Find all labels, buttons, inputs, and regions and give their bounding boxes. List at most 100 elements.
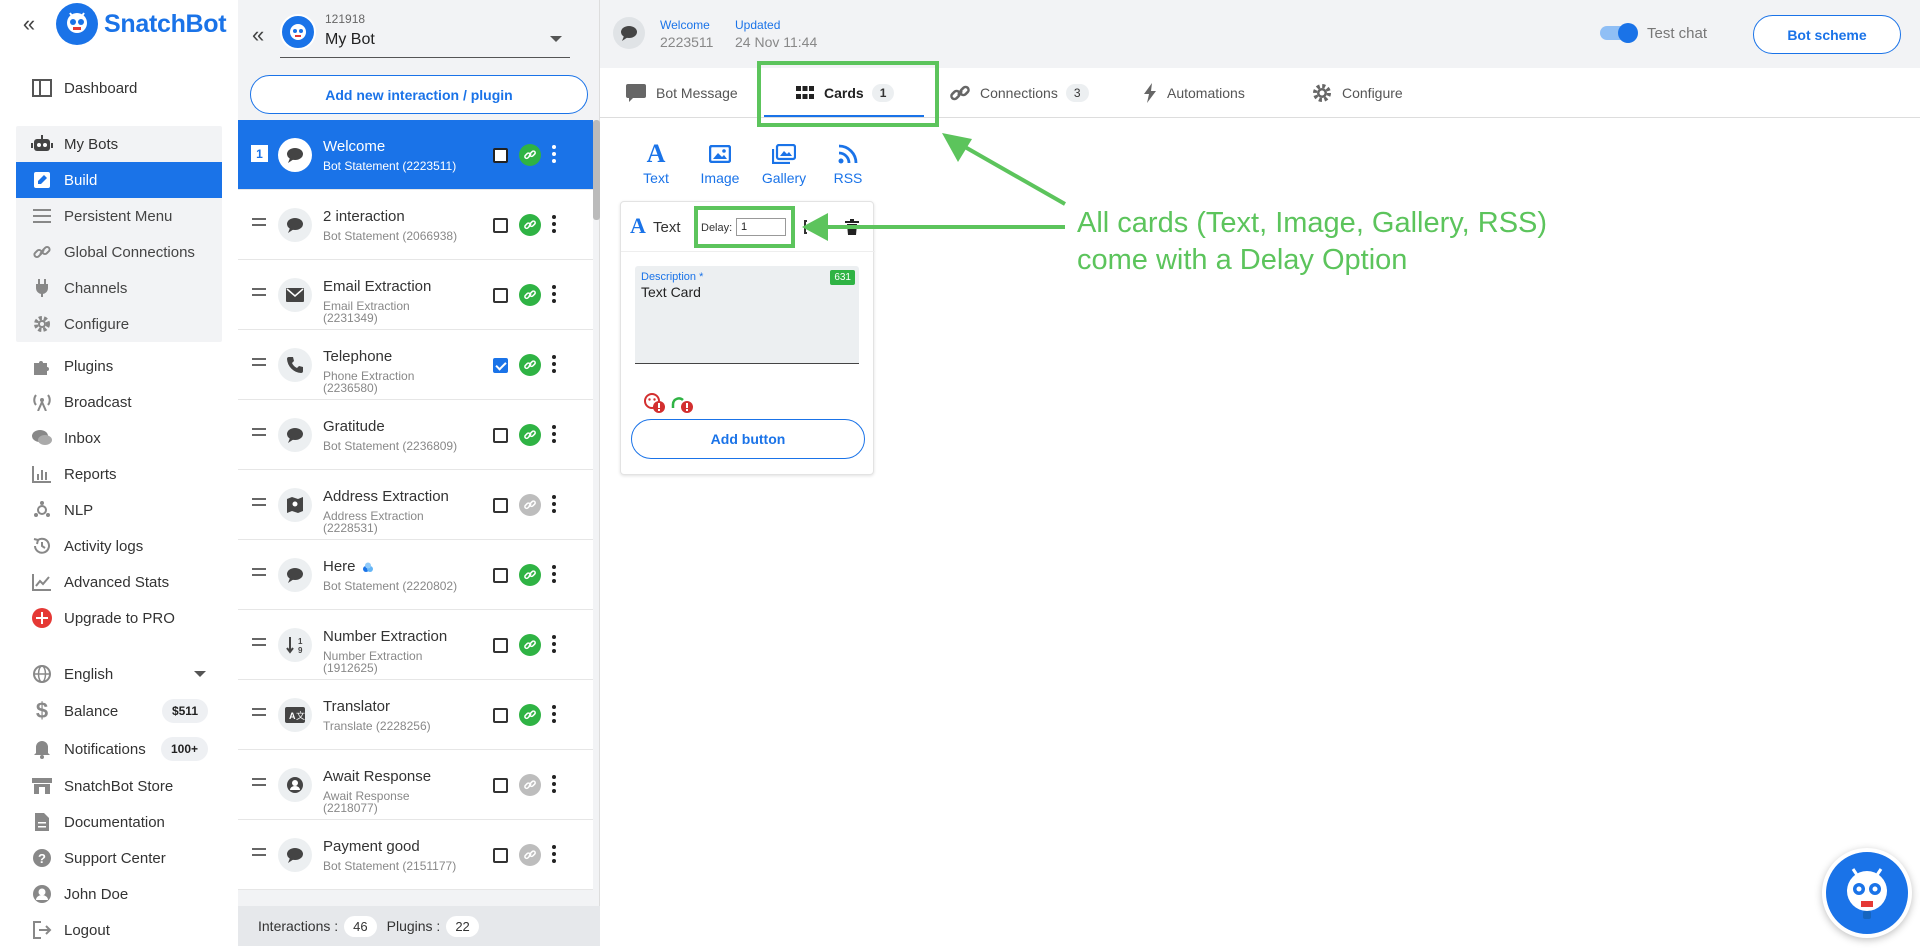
interaction-checkbox[interactable] — [493, 218, 508, 233]
tab-configure[interactable]: Configure — [1312, 68, 1403, 118]
link-icon[interactable] — [519, 424, 541, 446]
add-interaction-button[interactable]: Add new interaction / plugin — [250, 75, 588, 114]
interaction-row[interactable]: A文 Translator Translate (2228256) — [238, 680, 593, 750]
card-type-image[interactable]: Image — [690, 142, 750, 186]
trash-icon[interactable] — [843, 218, 861, 236]
interaction-row[interactable]: 1 Welcome Bot Statement (2223511) — [238, 120, 593, 190]
drag-handle-icon[interactable] — [252, 358, 266, 370]
link-icon[interactable] — [519, 354, 541, 376]
sidebar-item-store[interactable]: SnatchBot Store — [0, 768, 238, 804]
sidebar-item-my-bots[interactable]: My Bots — [16, 126, 222, 162]
sidebar-item-documentation[interactable]: Documentation — [0, 804, 238, 840]
sidebar-item-nlp[interactable]: NLP — [0, 492, 238, 528]
more-vertical-icon[interactable] — [552, 285, 558, 306]
sidebar-item-configure[interactable]: Configure — [16, 306, 222, 342]
interaction-row[interactable]: Here Bot Statement (2220802) — [238, 540, 593, 610]
interaction-checkbox[interactable] — [493, 778, 508, 793]
link-icon[interactable] — [519, 564, 541, 586]
more-vertical-icon[interactable] — [552, 215, 558, 236]
sidebar-item-persistent-menu[interactable]: Persistent Menu — [16, 198, 222, 234]
more-vertical-icon[interactable] — [552, 145, 558, 166]
link-icon[interactable] — [519, 704, 541, 726]
sidebar-item-global-connections[interactable]: Global Connections — [16, 234, 222, 270]
expand-icon[interactable] — [803, 218, 821, 236]
more-vertical-icon[interactable] — [552, 845, 558, 866]
link-icon[interactable] — [519, 774, 541, 796]
more-vertical-icon[interactable] — [552, 355, 558, 376]
interaction-row[interactable]: Telephone Phone Extraction (2236580) — [238, 330, 593, 400]
interaction-checkbox[interactable] — [493, 148, 508, 163]
sidebar-item-notifications[interactable]: Notifications 100+ — [0, 730, 238, 768]
tab-bot-message[interactable]: Bot Message — [626, 68, 738, 118]
link-icon[interactable] — [519, 494, 541, 516]
sidebar-item-logout[interactable]: Logout — [0, 912, 238, 948]
double-chevron-left-icon[interactable]: « — [12, 2, 46, 46]
brand-name[interactable]: SnatchBot — [104, 10, 227, 39]
drag-handle-icon[interactable] — [252, 218, 266, 230]
more-vertical-icon[interactable] — [552, 425, 558, 446]
interaction-row[interactable]: 2 interaction Bot Statement (2066938) — [238, 190, 593, 260]
drag-handle-icon[interactable] — [252, 638, 266, 650]
drag-handle-icon[interactable] — [252, 288, 266, 300]
interaction-row[interactable]: Email Extraction Email Extraction (22313… — [238, 260, 593, 330]
scrollbar[interactable] — [593, 120, 600, 220]
interaction-row[interactable]: Gratitude Bot Statement (2236809) — [238, 400, 593, 470]
card-type-rss[interactable]: RSS — [818, 142, 878, 186]
more-vertical-icon[interactable] — [552, 635, 558, 656]
bot-selector[interactable]: My Bot — [280, 30, 570, 58]
interaction-checkbox[interactable] — [493, 428, 508, 443]
interaction-checkbox[interactable] — [493, 358, 508, 373]
sidebar-item-reports[interactable]: Reports — [0, 456, 238, 492]
more-vertical-icon[interactable] — [552, 565, 558, 586]
interaction-checkbox[interactable] — [493, 848, 508, 863]
link-icon[interactable] — [519, 634, 541, 656]
drag-handle-icon[interactable] — [252, 708, 266, 720]
link-icon[interactable] — [519, 144, 541, 166]
tab-connections[interactable]: Connections 3 — [950, 68, 1089, 118]
sidebar-item-dashboard[interactable]: Dashboard — [16, 70, 222, 106]
interaction-row[interactable]: Address Extraction Address Extraction (2… — [238, 470, 593, 540]
drag-handle-icon[interactable] — [252, 428, 266, 440]
drag-handle-icon[interactable] — [252, 848, 266, 860]
interaction-row[interactable]: Payment good Bot Statement (2151177) — [238, 820, 593, 890]
sidebar-item-inbox[interactable]: Inbox — [0, 420, 238, 456]
interaction-checkbox[interactable] — [493, 498, 508, 513]
sidebar-item-activity-logs[interactable]: Activity logs — [0, 528, 238, 564]
drag-handle-icon[interactable] — [252, 498, 266, 510]
sidebar-item-broadcast[interactable]: Broadcast — [0, 384, 238, 420]
double-chevron-left-icon[interactable]: « — [252, 22, 264, 48]
interaction-row[interactable]: 19 Number Extraction Number Extraction (… — [238, 610, 593, 680]
tab-automations[interactable]: Automations — [1143, 68, 1245, 118]
interaction-checkbox[interactable] — [493, 708, 508, 723]
link-icon[interactable] — [519, 214, 541, 236]
drag-handle-icon[interactable] — [252, 568, 266, 580]
interaction-row[interactable]: Await Response Await Response (2218077) — [238, 750, 593, 820]
language-selector[interactable]: English — [0, 656, 238, 692]
description-field[interactable]: Description * Text Card 631 — [635, 266, 859, 364]
interaction-checkbox[interactable] — [493, 638, 508, 653]
link-warning-icon[interactable] — [671, 392, 695, 414]
more-vertical-icon[interactable] — [552, 495, 558, 516]
sidebar-item-plugins[interactable]: Plugins — [0, 348, 238, 384]
more-vertical-icon[interactable] — [552, 705, 558, 726]
sidebar-item-balance[interactable]: $ Balance $511 — [0, 692, 238, 730]
sidebar-item-support[interactable]: ? Support Center — [0, 840, 238, 876]
card-type-gallery[interactable]: Gallery — [754, 142, 814, 186]
sidebar-item-profile[interactable]: John Doe — [0, 876, 238, 912]
more-vertical-icon[interactable] — [552, 775, 558, 796]
link-icon[interactable] — [519, 844, 541, 866]
sidebar-item-upgrade-pro[interactable]: Upgrade to PRO — [0, 600, 238, 636]
sidebar-item-channels[interactable]: Channels — [16, 270, 222, 306]
test-chat-toggle[interactable] — [1600, 23, 1638, 43]
interaction-checkbox[interactable] — [493, 568, 508, 583]
emoji-warning-icon[interactable] — [643, 392, 667, 414]
interaction-checkbox[interactable] — [493, 288, 508, 303]
link-icon[interactable] — [519, 284, 541, 306]
chat-widget-bot-icon[interactable] — [1822, 848, 1912, 938]
drag-handle-icon[interactable] — [252, 778, 266, 790]
description-text[interactable]: Text Card — [641, 284, 701, 300]
add-button-button[interactable]: Add button — [631, 419, 865, 459]
bot-scheme-button[interactable]: Bot scheme — [1753, 15, 1901, 54]
card-type-text[interactable]: A Text — [626, 139, 686, 186]
sidebar-item-advanced-stats[interactable]: Advanced Stats — [0, 564, 238, 600]
